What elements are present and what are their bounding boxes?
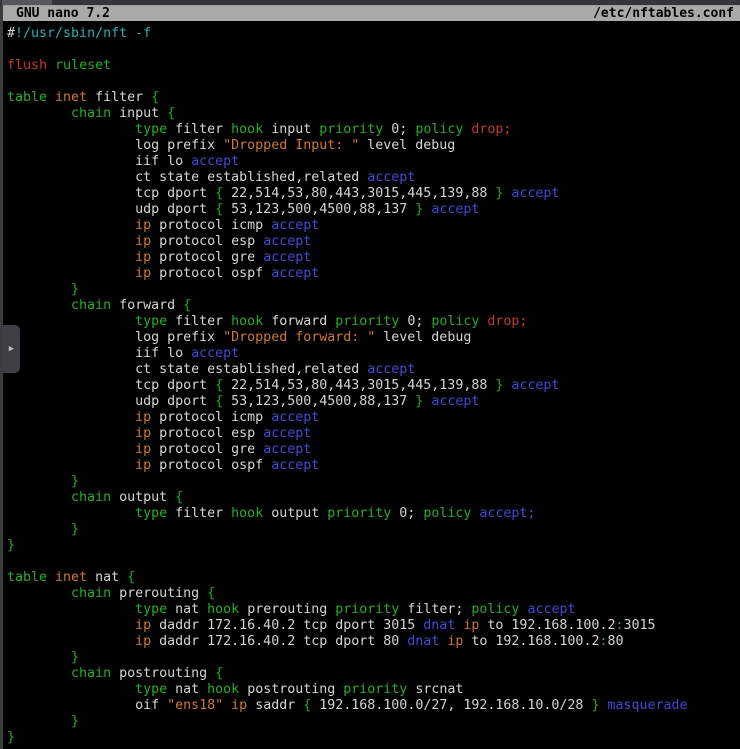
code-line: udp dport { 53,123,500,4500,88,137 } acc… — [7, 394, 740, 410]
code-line: chain forward { — [7, 298, 740, 314]
nano-titlebar: GNU nano 7.2 /etc/nftables.conf — [0, 5, 740, 21]
code-line: ip protocol icmp accept — [7, 218, 740, 234]
code-line: type filter hook forward priority 0; pol… — [7, 314, 740, 330]
code-line: } — [7, 650, 740, 666]
code-line: log prefix "Dropped forward: " level deb… — [7, 330, 740, 346]
code-line: type nat hook postrouting priority srcna… — [7, 682, 740, 698]
code-line: type nat hook prerouting priority filter… — [7, 602, 740, 618]
code-line: log prefix "Dropped Input: " level debug — [7, 138, 740, 154]
code-line: } — [7, 730, 740, 746]
code-line: iif lo accept — [7, 154, 740, 170]
code-line: ip protocol icmp accept — [7, 410, 740, 426]
code-line: chain prerouting { — [7, 586, 740, 602]
code-line: table inet nat { — [7, 570, 740, 586]
code-line: ip protocol ospf accept — [7, 266, 740, 282]
code-line: ip protocol esp accept — [7, 426, 740, 442]
code-line — [7, 42, 740, 58]
code-line: tcp dport { 22,514,53,80,443,3015,445,13… — [7, 378, 740, 394]
code-line: ip protocol gre accept — [7, 250, 740, 266]
code-line: ip daddr 172.16.40.2 tcp dport 3015 dnat… — [7, 618, 740, 634]
file-path: /etc/nftables.conf — [593, 6, 734, 21]
nano-version-title: GNU nano 7.2 — [16, 6, 110, 21]
code-line: table inet filter { — [7, 90, 740, 106]
code-line — [7, 554, 740, 570]
code-line: type filter hook input priority 0; polic… — [7, 122, 740, 138]
code-line: oif "ens18" ip saddr { 192.168.100.0/27,… — [7, 698, 740, 714]
editor-content[interactable]: #!/usr/sbin/nft -f flush ruleset table ine… — [7, 26, 740, 749]
expand-arrow-icon: ▶ — [9, 345, 14, 354]
code-line — [7, 74, 740, 90]
code-line: udp dport { 53,123,500,4500,88,137 } acc… — [7, 202, 740, 218]
code-line: tcp dport { 22,514,53,80,443,3015,445,13… — [7, 186, 740, 202]
code-line: } — [7, 282, 740, 298]
code-line: ip protocol esp accept — [7, 234, 740, 250]
code-line: ip protocol ospf accept — [7, 458, 740, 474]
code-line: chain output { — [7, 490, 740, 506]
code-line: ct state established,related accept — [7, 362, 740, 378]
code-line: chain input { — [7, 106, 740, 122]
code-line: } — [7, 714, 740, 730]
code-line: ct state established,related accept — [7, 170, 740, 186]
code-line: chain postrouting { — [7, 666, 740, 682]
code-line: } — [7, 474, 740, 490]
code-line: iif lo accept — [7, 346, 740, 362]
code-line: } — [7, 522, 740, 538]
side-panel-toggle[interactable]: ▶ — [3, 325, 20, 373]
code-line: flush ruleset — [7, 58, 740, 74]
code-line: #!/usr/sbin/nft -f — [7, 26, 740, 42]
code-line: type filter hook output priority 0; poli… — [7, 506, 740, 522]
window-left-border — [0, 5, 3, 749]
code-line: ip daddr 172.16.40.2 tcp dport 80 dnat i… — [7, 634, 740, 650]
code-line: } — [7, 538, 740, 554]
code-line: ip protocol gre accept — [7, 442, 740, 458]
